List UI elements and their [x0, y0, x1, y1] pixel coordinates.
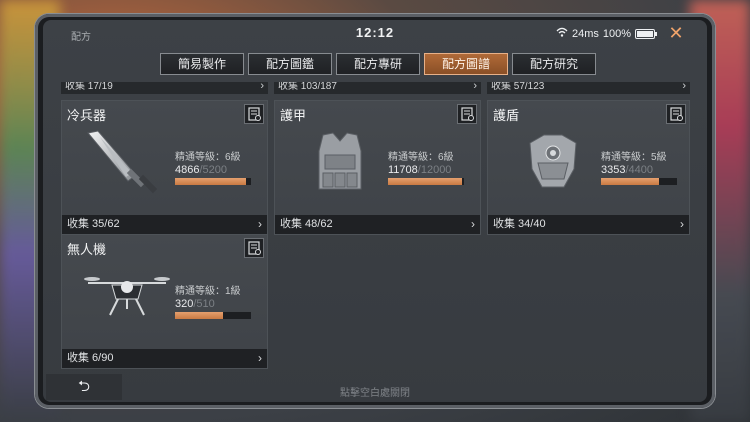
blade-icon [82, 129, 172, 195]
mastery-level: 精通等級：6級 [175, 152, 241, 163]
progress-fill [601, 178, 659, 185]
network-latency: 24ms [571, 27, 599, 40]
collection-label: 收集 48/62 [280, 218, 333, 230]
chevron-right-icon: › [473, 82, 477, 92]
progress-bar [388, 178, 464, 185]
drone-icon [82, 263, 172, 329]
collection-label: 收集 34/40 [493, 218, 546, 230]
card-title: 冷兵器 [67, 108, 107, 123]
recipe-card-shield[interactable]: 護盾 精通等級：5級 3353/4400 收集 34/40 › [487, 100, 690, 235]
card-title: 護甲 [280, 108, 307, 123]
collection-label: 收集 17/19 [65, 82, 113, 92]
progress-max: /510 [193, 298, 215, 310]
collection-strip[interactable]: 收集 103/187 › [274, 82, 481, 94]
collection-label: 收集 103/187 [278, 82, 337, 92]
tab-recipe-specialize[interactable]: 配方專研 [336, 53, 420, 75]
recipe-card-drone[interactable]: 無人機 精通等級：1級 320/510 收集 6/90 › [61, 234, 268, 369]
close-button[interactable]: ✕ [667, 24, 685, 42]
mastery-level: 精通等級：5級 [601, 152, 667, 163]
collection-strip[interactable]: 收集 17/19 › [61, 82, 268, 94]
progress-value: 320 [175, 298, 194, 310]
collection-label: 收集 6/90 [67, 352, 114, 364]
close-icon: ✕ [668, 23, 684, 43]
collection-footer[interactable]: 收集 6/90 › [62, 349, 267, 368]
chevron-right-icon: › [258, 217, 262, 231]
progress-fill [175, 312, 223, 319]
close-hint: 點擊空白處關閉 [340, 388, 410, 399]
collection-footer[interactable]: 收集 34/40 › [488, 215, 689, 234]
recipe-book-icon[interactable] [244, 238, 264, 258]
card-title: 護盾 [493, 108, 520, 123]
collection-footer[interactable]: 收集 35/62 › [62, 215, 267, 234]
tab-recipe-atlas[interactable]: 配方圖譜 [424, 53, 508, 75]
tab-bar: 簡易製作 配方圖鑑 配方專研 配方圖譜 配方研究 [160, 53, 596, 75]
recipe-book-icon[interactable] [457, 104, 477, 124]
progress-bar [175, 178, 251, 185]
tab-recipe-research[interactable]: 配方研究 [512, 53, 596, 75]
status-bar: 配方 12:12 24ms 100% ✕ [43, 20, 707, 46]
collection-label: 收集 35/62 [67, 218, 120, 230]
chevron-right-icon: › [682, 82, 686, 92]
progress-value: 3353 [601, 164, 626, 176]
chevron-right-icon: › [258, 351, 262, 365]
battery-icon [635, 28, 657, 39]
progress-fill [175, 178, 246, 185]
recipe-panel: 配方 12:12 24ms 100% ✕ 簡易製作 配方圖鑑 配方專研 配方圖譜… [43, 20, 707, 402]
shield-armor-icon [508, 129, 598, 195]
chevron-right-icon: › [471, 217, 475, 231]
progress-value: 4866 [175, 164, 200, 176]
chevron-right-icon: › [260, 82, 264, 92]
progress-value: 11708 [388, 164, 418, 176]
progress-max: /12000 [417, 164, 452, 176]
collection-strip[interactable]: 收集 57/123 › [487, 82, 690, 94]
battery-percent: 100% [602, 27, 631, 40]
progress-bar [175, 312, 251, 319]
tab-simple-craft[interactable]: 簡易製作 [160, 53, 244, 75]
recipe-book-icon[interactable] [666, 104, 686, 124]
mastery-progress: 320/510 [175, 298, 215, 310]
progress-max: /4400 [625, 164, 654, 176]
mastery-level: 精通等級：1級 [175, 286, 241, 297]
collection-footer[interactable]: 收集 48/62 › [275, 215, 480, 234]
mastery-level: 精通等級：6級 [388, 152, 454, 163]
progress-bar [601, 178, 677, 185]
chevron-right-icon: › [680, 217, 684, 231]
recipe-book-icon[interactable] [244, 104, 264, 124]
wifi-icon [556, 27, 568, 40]
collection-label: 收集 57/123 [491, 82, 545, 92]
progress-max: /5200 [199, 164, 228, 176]
mastery-progress: 11708/12000 [388, 164, 451, 176]
card-title: 無人機 [67, 242, 107, 257]
vest-icon [295, 129, 385, 195]
recipe-card-melee[interactable]: 冷兵器 精通等級：6級 4866/5200 收集 35/62 › [61, 100, 268, 235]
progress-fill [388, 178, 462, 185]
device-frame: 配方 12:12 24ms 100% ✕ 簡易製作 配方圖鑑 配方專研 配方圖譜… [35, 14, 715, 408]
tab-recipe-catalog[interactable]: 配方圖鑑 [248, 53, 332, 75]
mastery-progress: 3353/4400 [601, 164, 653, 176]
mastery-progress: 4866/5200 [175, 164, 227, 176]
status-indicators: 24ms 100% [556, 27, 657, 40]
recipe-card-armor[interactable]: 護甲 精通等級：6級 11708/12000 收集 48/62 › [274, 100, 481, 235]
